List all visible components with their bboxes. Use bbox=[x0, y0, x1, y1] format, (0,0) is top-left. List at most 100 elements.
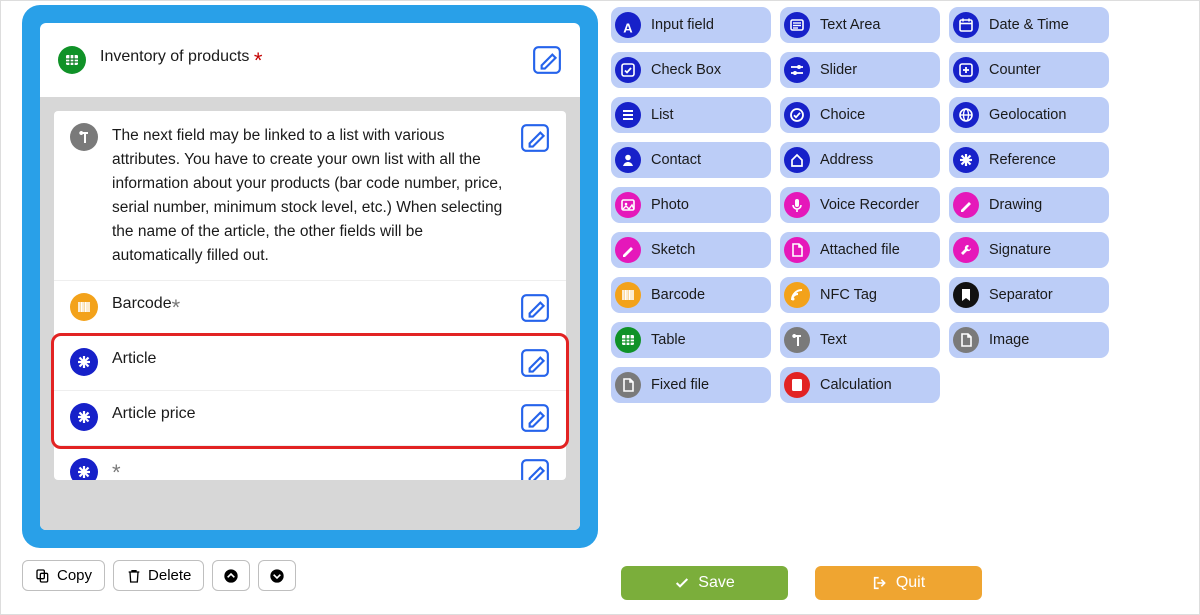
palette-item-label: Slider bbox=[820, 62, 857, 78]
calc-icon bbox=[784, 372, 810, 398]
palette-item[interactable]: Image bbox=[949, 322, 1109, 358]
palette-item[interactable]: Barcode bbox=[611, 277, 771, 313]
letter-a-icon bbox=[615, 12, 641, 38]
palette-item[interactable]: NFC Tag bbox=[780, 277, 940, 313]
palette-item-label: Signature bbox=[989, 242, 1051, 258]
edit-field-button[interactable] bbox=[520, 293, 550, 323]
optional-mark: * bbox=[112, 460, 121, 480]
palette-item[interactable]: Geolocation bbox=[949, 97, 1109, 133]
asterisk-icon bbox=[953, 147, 979, 173]
barcode-icon bbox=[70, 293, 98, 321]
palette-item-label: Drawing bbox=[989, 197, 1042, 213]
form-title: Inventory of products bbox=[100, 48, 249, 65]
palette-item-label: Choice bbox=[820, 107, 865, 123]
palette-item[interactable]: Attached file bbox=[780, 232, 940, 268]
palette-item-label: Input field bbox=[651, 17, 714, 33]
home-icon bbox=[784, 147, 810, 173]
field-description: The next field may be linked to a list w… bbox=[112, 123, 512, 268]
palette-item[interactable]: Choice bbox=[780, 97, 940, 133]
wrench-icon bbox=[953, 237, 979, 263]
rss-icon bbox=[784, 282, 810, 308]
palette-item[interactable]: Text bbox=[780, 322, 940, 358]
palette-item[interactable]: Check Box bbox=[611, 52, 771, 88]
mic-icon bbox=[784, 192, 810, 218]
field-row[interactable]: Barcode* bbox=[54, 281, 566, 336]
field-label: Barcode* bbox=[112, 293, 512, 321]
paragraph-icon bbox=[784, 327, 810, 353]
palette-item-label: Separator bbox=[989, 287, 1053, 303]
palette-item-label: Voice Recorder bbox=[820, 197, 919, 213]
edit-field-button[interactable] bbox=[520, 403, 550, 433]
textarea-icon bbox=[784, 12, 810, 38]
person-icon bbox=[615, 147, 641, 173]
image-icon bbox=[615, 192, 641, 218]
edit-field-button[interactable] bbox=[520, 123, 550, 153]
palette-item-label: Table bbox=[651, 332, 686, 348]
barcode-icon bbox=[615, 282, 641, 308]
palette-item[interactable]: Text Area bbox=[780, 7, 940, 43]
palette-item-label: Calculation bbox=[820, 377, 892, 393]
file-icon bbox=[615, 372, 641, 398]
palette-item[interactable]: Sketch bbox=[611, 232, 771, 268]
field-row[interactable]: Article bbox=[54, 336, 566, 391]
field-row[interactable]: The next field may be linked to a list w… bbox=[54, 111, 566, 281]
choice-icon bbox=[784, 102, 810, 128]
palette-item-label: NFC Tag bbox=[820, 287, 877, 303]
quit-button[interactable]: Quit bbox=[815, 566, 982, 600]
palette-item-label: Date & Time bbox=[989, 17, 1069, 33]
palette-item[interactable]: Counter bbox=[949, 52, 1109, 88]
table-icon bbox=[58, 46, 86, 74]
field-label: Article price bbox=[112, 403, 512, 423]
file-icon bbox=[784, 237, 810, 263]
palette-item[interactable]: Slider bbox=[780, 52, 940, 88]
palette-item[interactable]: Date & Time bbox=[949, 7, 1109, 43]
delete-button[interactable]: Delete bbox=[113, 560, 204, 591]
edit-form-title-button[interactable] bbox=[532, 45, 562, 75]
save-button[interactable]: Save bbox=[621, 566, 788, 600]
palette-item-label: List bbox=[651, 107, 674, 123]
palette-item[interactable]: Contact bbox=[611, 142, 771, 178]
form-toolbar: Copy Delete bbox=[22, 560, 598, 591]
palette-item[interactable]: Input field bbox=[611, 7, 771, 43]
palette-item[interactable]: Calculation bbox=[780, 367, 940, 403]
asterisk-icon bbox=[70, 403, 98, 431]
palette-item-label: Text bbox=[820, 332, 847, 348]
delete-label: Delete bbox=[148, 567, 191, 584]
field-row[interactable]: Article price bbox=[54, 391, 566, 446]
palette-item-label: Geolocation bbox=[989, 107, 1066, 123]
copy-button[interactable]: Copy bbox=[22, 560, 105, 591]
pencil-icon bbox=[615, 237, 641, 263]
form-body: The next field may be linked to a list w… bbox=[40, 97, 580, 530]
pencil-icon bbox=[953, 192, 979, 218]
palette-item-label: Fixed file bbox=[651, 377, 709, 393]
palette-item[interactable]: Drawing bbox=[949, 187, 1109, 223]
edit-field-button[interactable] bbox=[520, 348, 550, 378]
palette-item-label: Text Area bbox=[820, 17, 880, 33]
palette-item[interactable]: Reference bbox=[949, 142, 1109, 178]
palette-item[interactable]: Signature bbox=[949, 232, 1109, 268]
move-down-button[interactable] bbox=[258, 560, 296, 591]
palette-item[interactable]: Separator bbox=[949, 277, 1109, 313]
bookmark-icon bbox=[953, 282, 979, 308]
required-mark: * bbox=[254, 48, 263, 73]
form-preview-frame: Inventory of products * The next field m… bbox=[22, 5, 598, 548]
move-up-button[interactable] bbox=[212, 560, 250, 591]
palette-item-label: Image bbox=[989, 332, 1029, 348]
palette-item-label: Counter bbox=[989, 62, 1041, 78]
palette-item[interactable]: Table bbox=[611, 322, 771, 358]
edit-field-button[interactable] bbox=[520, 458, 550, 480]
copy-label: Copy bbox=[57, 567, 92, 584]
palette-item-label: Barcode bbox=[651, 287, 705, 303]
palette-item[interactable]: List bbox=[611, 97, 771, 133]
palette-item[interactable]: Fixed file bbox=[611, 367, 771, 403]
slider-icon bbox=[784, 57, 810, 83]
palette-item[interactable]: Address bbox=[780, 142, 940, 178]
palette-item[interactable]: Voice Recorder bbox=[780, 187, 940, 223]
table-fill-icon bbox=[615, 327, 641, 353]
palette-item-label: Attached file bbox=[820, 242, 900, 258]
palette-item[interactable]: Photo bbox=[611, 187, 771, 223]
field-row[interactable]: * bbox=[54, 446, 566, 480]
checkbox-icon bbox=[615, 57, 641, 83]
palette-item-label: Check Box bbox=[651, 62, 721, 78]
optional-mark: * bbox=[172, 295, 181, 320]
